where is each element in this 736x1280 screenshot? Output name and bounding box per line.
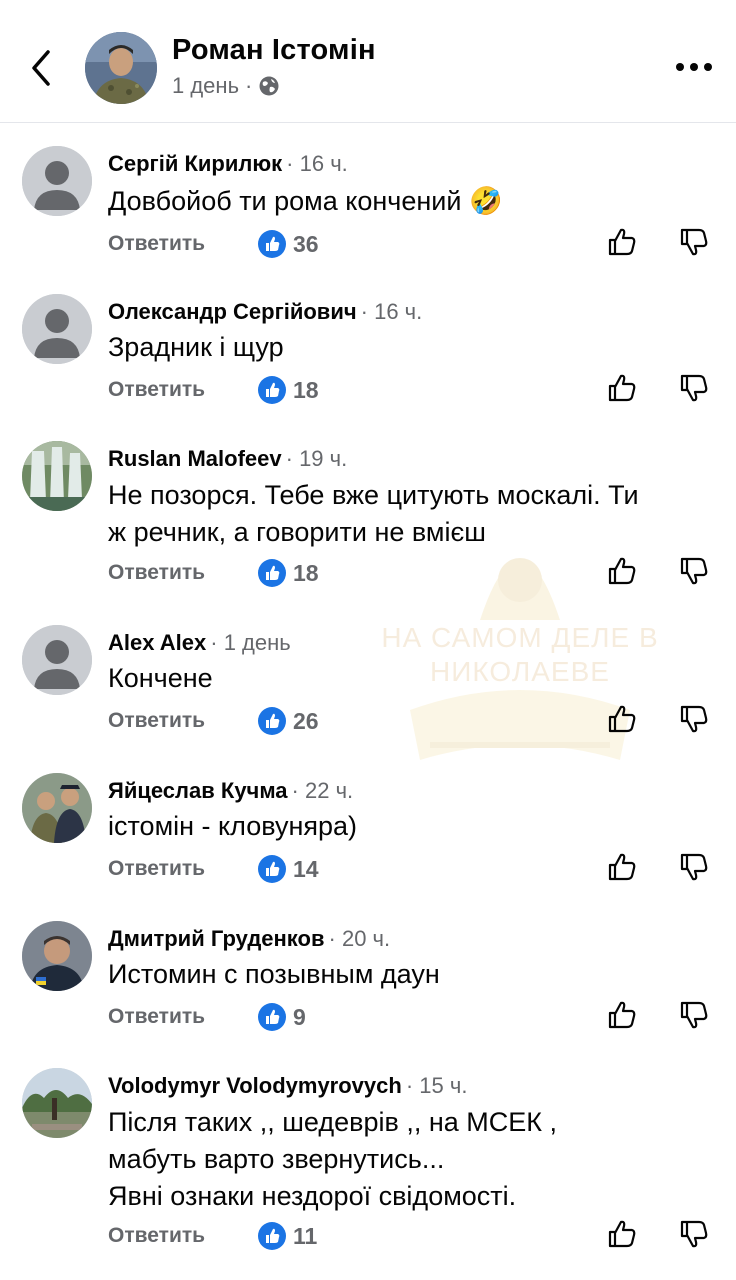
reply-button[interactable]: Ответить [108, 1005, 205, 1029]
comment-text: Зрадник і щур [108, 332, 284, 362]
like-reaction-icon [258, 376, 286, 404]
reply-button[interactable]: Ответить [108, 378, 205, 402]
more-dots-icon [676, 63, 712, 71]
comment-time: 19 ч. [286, 446, 348, 471]
comment-time: 1 день [210, 630, 290, 655]
comment-actions: Ответить 14 [108, 853, 718, 887]
default-avatar[interactable] [22, 146, 92, 216]
reply-button[interactable]: Ответить [108, 561, 205, 585]
downvote-icon[interactable] [678, 703, 710, 735]
comment-time: 20 ч. [329, 926, 391, 951]
like-count: 9 [293, 1004, 306, 1030]
comment-text: істомін - кловуняра) [108, 811, 358, 841]
watermark-line-2: НИКОЛАЕВЕ [430, 656, 610, 687]
downvote-icon[interactable] [678, 372, 710, 404]
post-meta: 1 день · [172, 73, 280, 99]
upvote-icon[interactable] [606, 999, 638, 1031]
like-count: 18 [293, 377, 319, 403]
like-reaction-icon [258, 1003, 286, 1031]
upvote-icon[interactable] [606, 372, 638, 404]
comment-time: 16 ч. [361, 299, 423, 324]
comment-actions: Ответить 18 [108, 374, 718, 408]
comment-time: 15 ч. [406, 1073, 468, 1098]
downvote-icon[interactable] [678, 1218, 710, 1250]
downvote-icon[interactable] [678, 555, 710, 587]
commenter-name[interactable]: Сергій Кирилюк16 ч. [108, 151, 348, 177]
like-count: 14 [293, 856, 319, 882]
commenter-name[interactable]: Яйцеслав Кучма22 ч. [108, 778, 353, 804]
more-options-button[interactable] [672, 54, 716, 80]
like-count: 18 [293, 560, 319, 586]
downvote-icon[interactable] [678, 851, 710, 883]
upvote-icon[interactable] [606, 226, 638, 258]
upvote-icon[interactable] [606, 555, 638, 587]
like-reaction-icon [258, 707, 286, 735]
meta-separator: · [245, 73, 253, 98]
author-avatar[interactable] [85, 32, 157, 104]
like-reaction-icon [258, 855, 286, 883]
globe-icon [259, 76, 279, 96]
like-count: 36 [293, 231, 319, 257]
like-reaction-icon [258, 230, 286, 258]
waterfall-photo-avatar[interactable] [22, 441, 92, 511]
reply-button[interactable]: Ответить [108, 857, 205, 881]
like-count: 11 [293, 1223, 318, 1249]
author-name[interactable]: Роман Істомін [172, 34, 376, 67]
reply-button[interactable]: Ответить [108, 709, 205, 733]
back-button[interactable] [22, 44, 62, 92]
commenter-name[interactable]: Ruslan Malofeev19 ч. [108, 446, 347, 472]
commenter-name[interactable]: Volodymyr Volodymyrovych15 ч. [108, 1073, 467, 1099]
comment-actions: Ответить 11 [108, 1220, 718, 1254]
post-header: Роман Істомін 1 день · [0, 0, 736, 123]
default-avatar[interactable] [22, 294, 92, 364]
upvote-icon[interactable] [606, 1218, 638, 1250]
comment-actions: Ответить 9 [108, 1001, 718, 1035]
man-photo-avatar[interactable] [22, 921, 92, 991]
watermark-line-1: НА САМОМ ДЕЛЕ В [381, 622, 659, 653]
like-count: 26 [293, 708, 319, 734]
like-reaction-icon [258, 1222, 286, 1250]
commenter-name[interactable]: Alex Alex1 день [108, 630, 291, 656]
default-avatar[interactable] [22, 625, 92, 695]
comment-actions: Ответить 26 [108, 705, 718, 739]
downvote-icon[interactable] [678, 226, 710, 258]
like-reaction-icon [258, 559, 286, 587]
reply-button[interactable]: Ответить [108, 1224, 205, 1248]
comment-actions: Ответить 36 [108, 228, 718, 262]
reply-button[interactable]: Ответить [108, 232, 205, 256]
people-photo-avatar[interactable] [22, 773, 92, 843]
commenter-name[interactable]: Дмитрий Груденков20 ч. [108, 926, 390, 952]
post-time: 1 день [172, 73, 240, 98]
upvote-icon[interactable] [606, 703, 638, 735]
commenter-name[interactable]: Олександр Сергійович16 ч. [108, 299, 422, 325]
park-photo-avatar[interactable] [22, 1068, 92, 1138]
comment-text: Кончене [108, 663, 213, 693]
comment-time: 16 ч. [286, 151, 348, 176]
comment-text: Довбойоб ти рома кончений 🤣 [108, 186, 503, 216]
comment-actions: Ответить 18 [108, 557, 718, 591]
upvote-icon[interactable] [606, 851, 638, 883]
chevron-left-icon [32, 50, 50, 86]
comment-text: Не позорся. Тебе вже цитують москалі. Ти… [108, 480, 639, 547]
comment-time: 22 ч. [292, 778, 354, 803]
downvote-icon[interactable] [678, 999, 710, 1031]
comment-text: Після таких ,, шедеврів ,, на МСЕК , мабу… [108, 1107, 557, 1211]
comment-text: Истомин с позывным даун [108, 959, 440, 989]
